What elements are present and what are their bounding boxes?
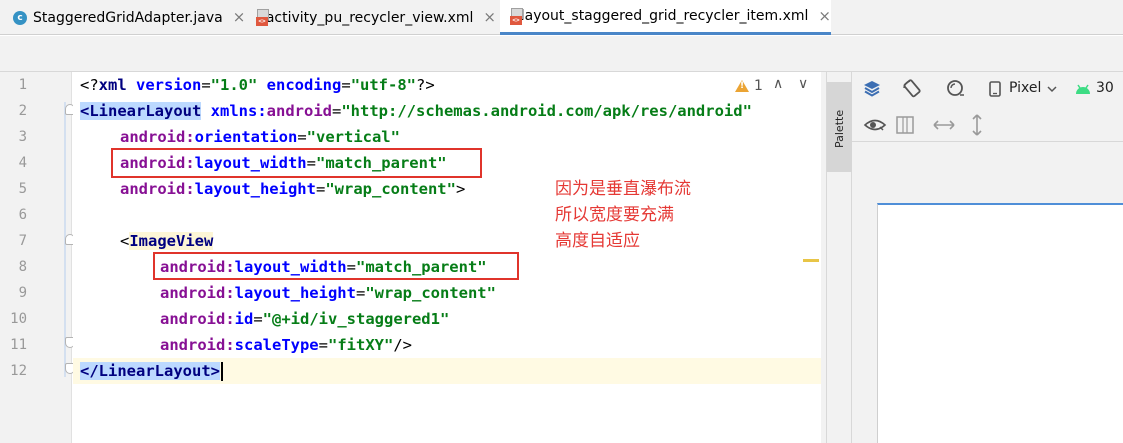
xml-file-icon: <>: [256, 9, 269, 26]
text-caret: [221, 362, 223, 381]
code-line-12: </LinearLayout>: [80, 358, 223, 384]
theme-icon[interactable]: [944, 78, 968, 100]
device-phone-icon: [988, 80, 1002, 98]
line-number: 4: [18, 155, 27, 171]
palette-label: Palette: [833, 109, 846, 148]
annotation-note: 因为是垂直瀑布流 所以宽度要充满 高度自适应: [555, 179, 691, 251]
code-line-3: android:orientation="vertical": [120, 128, 400, 146]
line-number: 7: [18, 233, 27, 249]
chevron-down-icon[interactable]: [1046, 82, 1058, 96]
eye-icon[interactable]: [862, 114, 888, 136]
line-number: 5: [18, 181, 27, 197]
warning-count: 1: [754, 78, 763, 94]
device-preview[interactable]: [877, 203, 1123, 443]
line-number: 8: [18, 259, 27, 275]
warning-indicator[interactable]: 1: [735, 78, 763, 94]
code-line-9: android:layout_height="wrap_content": [160, 284, 496, 302]
editor-tab-bar: c StaggeredGridAdapter.java × <> activit…: [0, 0, 1123, 35]
scroll-marker: [803, 259, 819, 262]
line-number: 6: [18, 207, 27, 223]
highlight-box-imageview-width: [153, 252, 519, 280]
highlight-box-linearlayout-width: [111, 148, 482, 178]
orientation-icon[interactable]: [900, 78, 924, 100]
close-icon[interactable]: ×: [233, 10, 246, 25]
blueprint-icon[interactable]: [894, 114, 916, 136]
next-highlight-button[interactable]: ∨: [798, 76, 808, 92]
code-line-10: android:id="@+id/iv_staggered1": [160, 310, 450, 328]
previous-highlight-button[interactable]: ∧: [773, 76, 783, 92]
line-number-gutter: 1 2 3 4 5 6 7 8 9 10 11 12: [0, 72, 72, 443]
line-number: 2: [18, 103, 27, 119]
code-line-1: <?xml version="1.0" encoding="utf-8"?>: [80, 76, 435, 94]
close-icon[interactable]: ×: [483, 10, 496, 25]
horizontal-resize-icon[interactable]: [933, 115, 955, 135]
vertical-resize-icon[interactable]: [969, 113, 985, 137]
line-number: 10: [10, 311, 27, 327]
xml-file-icon: <>: [510, 7, 523, 25]
tab-label: layout_staggered_grid_recycler_item.xml: [520, 8, 809, 24]
palette-side-panel: Palette: [826, 72, 852, 443]
android-icon: [1073, 80, 1093, 98]
layers-icon[interactable]: [861, 78, 883, 100]
code-line-7: <ImageView: [120, 232, 214, 250]
breadcrumb-bar: [0, 36, 1123, 72]
api-level-selector[interactable]: 30: [1096, 80, 1114, 96]
tab-staggered-grid-adapter[interactable]: c StaggeredGridAdapter.java ×: [13, 0, 250, 35]
line-number: 12: [10, 363, 27, 379]
tab-layout-staggered-grid-item[interactable]: <> layout_staggered_grid_recycler_item.x…: [500, 0, 831, 35]
java-class-icon: c: [13, 10, 27, 25]
device-selector[interactable]: Pixel: [1009, 80, 1041, 96]
design-toolbar-bottom: [852, 106, 1123, 142]
palette-tab[interactable]: Palette: [827, 82, 852, 172]
code-line-2: <LinearLayout xmlns:android="http://sche…: [80, 102, 752, 120]
line-number: 3: [18, 129, 27, 145]
code-line-5: android:layout_height="wrap_content">: [120, 180, 466, 198]
tab-activity-pu-recycler-view[interactable]: <> activity_pu_recycler_view.xml ×: [256, 0, 496, 35]
close-icon[interactable]: ×: [818, 8, 831, 24]
tab-label: activity_pu_recycler_view.xml: [265, 9, 474, 26]
line-number: 11: [10, 337, 27, 353]
code-line-11: android:scaleType="fitXY"/>: [160, 336, 412, 354]
tab-label: StaggeredGridAdapter.java: [33, 9, 223, 26]
line-number: 1: [18, 77, 27, 93]
warning-icon: [735, 80, 749, 92]
line-number: 9: [18, 285, 27, 301]
